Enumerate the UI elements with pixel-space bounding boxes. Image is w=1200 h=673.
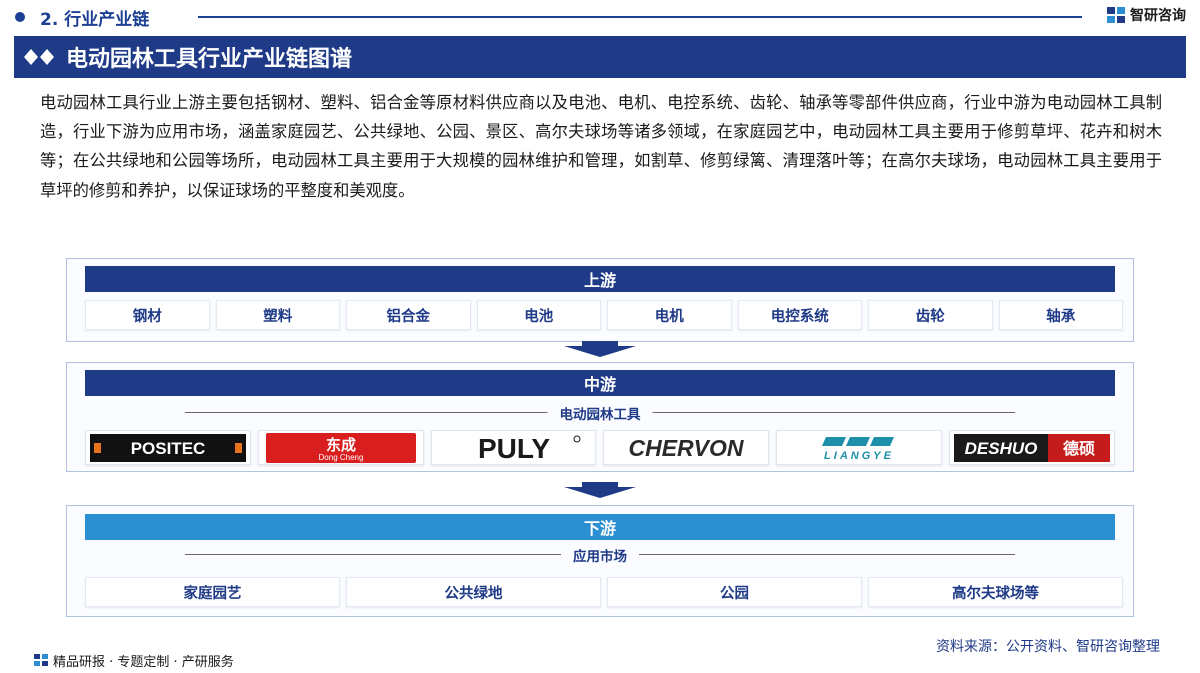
positec-logo: POSITEC — [85, 430, 251, 465]
downstream-section: 下游 应用市场 家庭园艺 公共绿地 公园 高尔夫球场等 — [66, 505, 1134, 617]
downstream-item: 高尔夫球场等 — [868, 577, 1123, 607]
deshuo-logo: DESHUO 德硕 — [949, 430, 1115, 465]
top-header: 2. 行业产业链 智研咨询 — [0, 0, 1200, 34]
downstream-items: 家庭园艺 公共绿地 公园 高尔夫球场等 — [85, 577, 1123, 607]
downstream-sublabel: 应用市场 — [561, 545, 639, 565]
title-bar: 电动园林工具行业产业链图谱 — [14, 36, 1186, 78]
upstream-item: 塑料 — [215, 300, 340, 330]
downstream-header: 下游 — [85, 514, 1115, 540]
liangye-logo: LIANGYE — [776, 430, 943, 465]
bullet-dot-icon — [15, 12, 25, 22]
midstream-section: 中游 电动园林工具 POSITEC 东成 Dong Cheng PULY CHE… — [66, 362, 1134, 472]
brand: 智研咨询 — [1106, 5, 1186, 25]
downstream-item: 家庭园艺 — [85, 577, 340, 607]
upstream-item: 电机 — [607, 300, 732, 330]
down-arrow-icon — [564, 487, 636, 498]
downstream-item: 公共绿地 — [346, 577, 601, 607]
puly-logo: PULY — [430, 430, 597, 465]
upstream-item: 电池 — [476, 300, 601, 330]
downstream-divider: 应用市场 — [185, 545, 1015, 565]
upstream-item: 电控系统 — [737, 300, 862, 330]
midstream-divider: 电动园林工具 — [185, 403, 1015, 423]
logo-cn-deshuo: 德硕 — [1063, 439, 1095, 458]
upstream-header: 上游 — [85, 266, 1115, 292]
logo-subtext-dongcheng: Dong Cheng — [318, 453, 363, 462]
logo-text-puly: PULY — [478, 433, 550, 463]
upstream-item: 轴承 — [998, 300, 1123, 330]
upstream-section: 上游 钢材 塑料 铝合金 电池 电机 电控系统 齿轮 轴承 — [66, 258, 1134, 342]
brand-name: 智研咨询 — [1130, 8, 1186, 24]
logo-text-dongcheng: 东成 — [326, 436, 356, 454]
company-logos: POSITEC 东成 Dong Cheng PULY CHERVON LIANG… — [85, 430, 1115, 465]
header-rule — [198, 16, 1082, 18]
downstream-item: 公园 — [607, 577, 862, 607]
logo-text-chervon: CHERVON — [629, 435, 744, 461]
logo-text-positec: POSITEC — [131, 439, 206, 458]
chervon-logo: CHERVON — [603, 430, 770, 465]
footer-logo-icon — [34, 654, 48, 666]
midstream-header: 中游 — [85, 370, 1115, 396]
footer-tagline: 精品研报 · 专题定制 · 产研服务 — [53, 654, 234, 670]
midstream-sublabel: 电动园林工具 — [547, 403, 653, 423]
logo-text-deshuo: DESHUO — [965, 439, 1038, 458]
section-title: 2. 行业产业链 — [40, 10, 150, 30]
diamond-icon — [24, 49, 54, 65]
upstream-item: 齿轮 — [868, 300, 993, 330]
down-arrow-icon — [564, 346, 636, 357]
page-title: 电动园林工具行业产业链图谱 — [66, 47, 353, 72]
intro-paragraph: 电动园林工具行业上游主要包括钢材、塑料、铝合金等原材料供应商以及电池、电机、电控… — [40, 93, 1162, 200]
upstream-item: 钢材 — [85, 300, 210, 330]
brand-logo-icon — [1107, 7, 1125, 23]
logo-text-liangye: LIANGYE — [824, 450, 894, 462]
upstream-items: 钢材 塑料 铝合金 电池 电机 电控系统 齿轮 轴承 — [85, 300, 1123, 330]
footer: 精品研报 · 专题定制 · 产研服务 — [0, 647, 1200, 673]
upstream-item: 铝合金 — [346, 300, 471, 330]
dongcheng-logo: 东成 Dong Cheng — [257, 430, 424, 465]
